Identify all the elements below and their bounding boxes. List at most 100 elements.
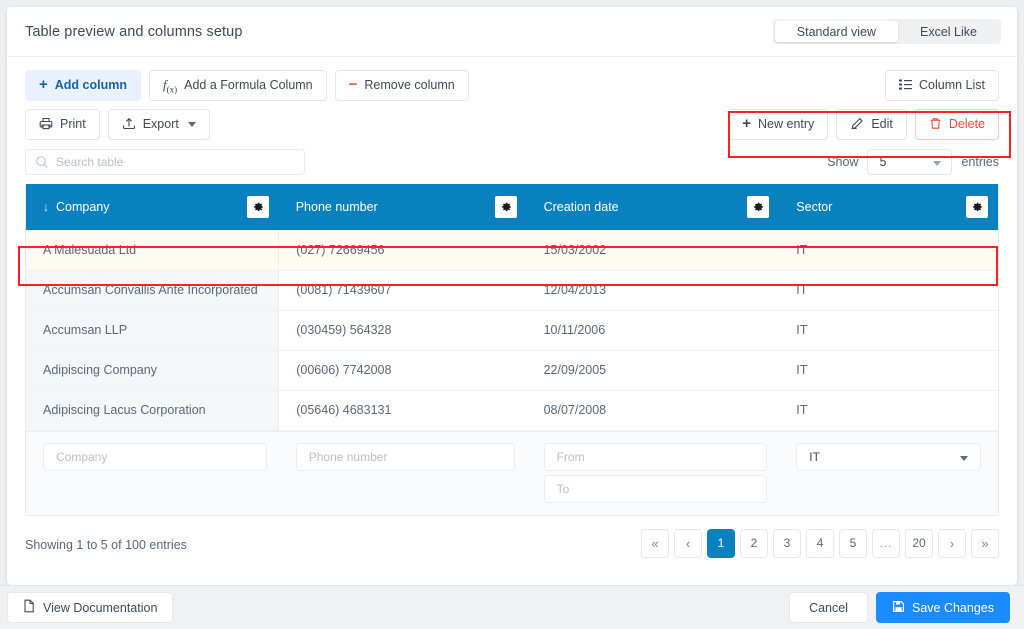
- column-list-label: Column List: [919, 78, 985, 93]
- data-table: ↓ Company Phone number Creation date Sec…: [26, 184, 998, 431]
- view-documentation-label: View Documentation: [43, 600, 158, 615]
- cell-creation-date: 12/04/2013: [526, 270, 780, 311]
- pagination-page-2[interactable]: 2: [740, 528, 768, 558]
- export-button[interactable]: Export: [107, 109, 210, 140]
- filter-date-to-input[interactable]: To: [543, 474, 768, 503]
- add-column-button[interactable]: + Add column: [25, 70, 141, 101]
- view-mode-toggle[interactable]: Standard view Excel Like: [772, 19, 1001, 44]
- data-table-container: ↓ Company Phone number Creation date Sec…: [25, 184, 999, 516]
- filter-phone-input[interactable]: Phone number: [295, 442, 515, 471]
- search-icon: [35, 155, 49, 172]
- table-row[interactable]: A Malesuada Ltd (027) 72669456 15/03/200…: [26, 230, 998, 271]
- pagination-prev[interactable]: ‹: [674, 528, 702, 558]
- toolbar: + Add column f(x) Add a Formula Column −…: [7, 57, 1017, 175]
- cell-sector: IT: [779, 230, 998, 271]
- print-label: Print: [60, 117, 86, 132]
- column-header-company[interactable]: ↓ Company: [26, 184, 279, 230]
- filter-sector-value: IT: [809, 449, 820, 464]
- column-header-label: Creation date: [543, 200, 619, 214]
- cell-phone: (05646) 4683131: [278, 390, 527, 431]
- delete-label: Delete: [948, 117, 985, 132]
- column-header-sector[interactable]: Sector: [779, 184, 998, 230]
- cell-sector: IT: [779, 310, 998, 351]
- function-icon: f(x): [162, 76, 178, 95]
- pagination: « ‹ 1 2 3 4 5 ... 20 › »: [641, 528, 999, 558]
- column-settings-gear-icon[interactable]: [246, 196, 269, 218]
- pencil-icon: [850, 117, 864, 133]
- cell-phone: (030459) 564328: [278, 310, 527, 351]
- table-row[interactable]: Adipiscing Company (00606) 7742008 22/09…: [26, 350, 998, 391]
- export-label: Export: [142, 117, 179, 132]
- pagination-last[interactable]: »: [971, 528, 999, 558]
- list-icon: [899, 79, 912, 93]
- print-button[interactable]: Print: [25, 109, 100, 140]
- filter-company-placeholder: Company: [56, 449, 108, 464]
- filter-sector-select[interactable]: IT: [796, 442, 981, 471]
- column-header-phone-number[interactable]: Phone number: [278, 184, 527, 230]
- search-input[interactable]: Search table: [25, 149, 305, 175]
- pagination-first[interactable]: «: [641, 528, 669, 558]
- column-settings-gear-icon[interactable]: [747, 196, 770, 218]
- table-row[interactable]: Accumsan Convallis Ante Incorporated (00…: [26, 270, 998, 311]
- table-head: ↓ Company Phone number Creation date Sec…: [26, 184, 998, 230]
- table-body: A Malesuada Ltd (027) 72669456 15/03/200…: [26, 230, 998, 431]
- column-settings-gear-icon[interactable]: [966, 196, 988, 218]
- cell-company: Accumsan LLP: [26, 310, 280, 351]
- cell-company: Adipiscing Lacus Corporation: [26, 390, 280, 431]
- cell-sector: IT: [779, 270, 998, 311]
- filter-date-from-input[interactable]: From: [543, 442, 768, 471]
- sort-descending-icon[interactable]: ↓: [43, 200, 49, 214]
- pagination-page-20[interactable]: 20: [905, 528, 933, 558]
- filter-date-cell: From To: [527, 442, 780, 503]
- app-root: Table preview and columns setup Standard…: [0, 0, 1024, 629]
- filter-sector-cell: IT: [779, 442, 998, 503]
- cell-creation-date: 15/03/2002: [526, 230, 780, 271]
- edit-button[interactable]: Edit: [836, 109, 907, 140]
- table-footer: Showing 1 to 5 of 100 entries « ‹ 1 2 3 …: [25, 516, 999, 574]
- cell-sector: IT: [779, 390, 998, 431]
- remove-column-label: Remove column: [364, 78, 455, 93]
- chevron-down-icon: [187, 122, 196, 127]
- filter-company-input[interactable]: Company: [43, 442, 267, 471]
- entries-summary: Showing 1 to 5 of 100 entries: [25, 537, 187, 552]
- new-entry-label: New entry: [758, 117, 815, 132]
- export-upload-icon: [122, 117, 136, 133]
- pagination-page-1[interactable]: 1: [707, 528, 735, 558]
- entries-per-page-select[interactable]: 5: [867, 149, 953, 175]
- entries-per-page-value: 5: [879, 155, 887, 169]
- pagination-next[interactable]: ›: [938, 528, 966, 558]
- delete-button[interactable]: Delete: [914, 109, 999, 140]
- pagination-page-5[interactable]: 5: [839, 528, 867, 558]
- document-icon: [23, 599, 35, 616]
- search-row: Search table Show 5 entries: [25, 149, 999, 175]
- table-row[interactable]: Adipiscing Lacus Corporation (05646) 468…: [26, 390, 998, 431]
- cell-phone: (0081) 71439607: [278, 270, 527, 311]
- add-formula-column-label: Add a Formula Column: [184, 78, 313, 93]
- table-row[interactable]: Accumsan LLP (030459) 564328 10/11/2006 …: [26, 310, 998, 351]
- cell-sector: IT: [779, 350, 998, 391]
- view-documentation-button[interactable]: View Documentation: [7, 592, 174, 623]
- pagination-page-4[interactable]: 4: [806, 528, 834, 558]
- add-formula-column-button[interactable]: f(x) Add a Formula Column: [148, 70, 327, 101]
- show-entries-suffix: entries: [961, 155, 999, 169]
- column-actions-row: + Add column f(x) Add a Formula Column −…: [25, 70, 999, 101]
- save-changes-button[interactable]: Save Changes: [875, 592, 1010, 623]
- entry-actions-group: + New entry Edit Delete: [728, 109, 999, 140]
- tab-excel-like[interactable]: Excel Like: [898, 21, 999, 42]
- pagination-ellipsis: ...: [872, 528, 900, 558]
- table-header-row: ↓ Company Phone number Creation date Sec…: [26, 184, 998, 230]
- column-list-button[interactable]: Column List: [885, 70, 999, 101]
- column-settings-gear-icon[interactable]: [494, 196, 517, 218]
- cell-creation-date: 22/09/2005: [526, 350, 780, 391]
- cancel-button[interactable]: Cancel: [789, 592, 868, 623]
- table-setup-card: Table preview and columns setup Standard…: [7, 7, 1017, 585]
- column-header-creation-date[interactable]: Creation date: [526, 184, 780, 230]
- pagination-page-3[interactable]: 3: [773, 528, 801, 558]
- column-header-label: Sector: [796, 200, 833, 214]
- remove-column-button[interactable]: − Remove column: [334, 70, 469, 101]
- plus-icon: +: [742, 115, 752, 132]
- tab-standard-view[interactable]: Standard view: [774, 21, 899, 42]
- filter-phone-placeholder: Phone number: [308, 449, 388, 464]
- cell-creation-date: 10/11/2006: [526, 310, 780, 351]
- new-entry-button[interactable]: + New entry: [728, 109, 829, 140]
